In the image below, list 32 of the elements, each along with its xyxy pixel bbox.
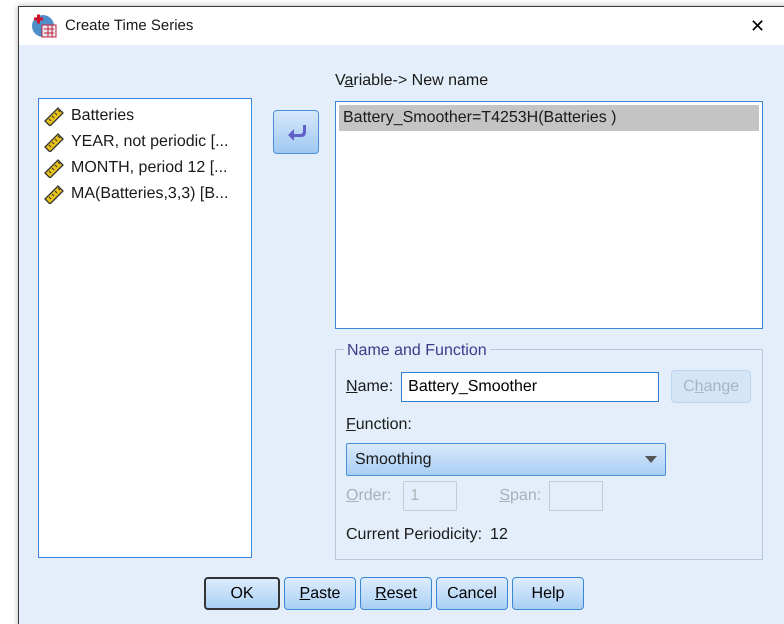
dialog-button[interactable]: OK [204,577,280,610]
ruler-icon [43,132,65,152]
ruler-icon [43,158,65,178]
dialog-button[interactable]: Paste [284,577,356,610]
arrow-icon [286,123,306,141]
variable-item[interactable]: YEAR, not periodic [... [39,129,251,155]
order-label: Order: [346,486,392,506]
periodicity-label: Current Periodicity: [346,525,482,545]
list-label: Variable-> New name [335,71,490,91]
name-field[interactable]: Battery_Smoother [401,372,660,402]
source-variable-list[interactable]: Batteries YEAR, not periodic [... MONTH, period 12 [... MA(Batteries,3,3) [B... [38,98,252,558]
caret-icon [645,456,657,463]
name-label: Name: [346,376,394,396]
new-name-item[interactable]: Battery_Smoother=T4253H(Batteries ) [339,105,759,131]
new-name-list[interactable]: Battery_Smoother=T4253H(Batteries ) [335,101,763,329]
ruler-icon [43,184,65,204]
span-field[interactable] [549,481,604,511]
variable-item[interactable]: MONTH, period 12 [... [39,155,251,181]
dialog-button[interactable]: Cancel [436,577,508,610]
span-label: Span: [499,486,542,506]
window-title: Create Time Series [65,16,194,36]
calendar-icon [31,13,57,39]
function-label: Function: [346,415,413,435]
function-dropdown[interactable]: Smoothing [346,443,666,476]
variable-item[interactable]: MA(Batteries,3,3) [B... [39,181,251,207]
move-button[interactable] [273,110,319,154]
variable-item[interactable]: Batteries [39,103,251,129]
ruler-icon [43,106,65,126]
dialog-button[interactable]: Reset [360,577,432,610]
close-button[interactable]: ✕ [742,12,773,40]
dialog-button[interactable]: Help [512,577,584,610]
periodicity-value: 12 [490,525,508,545]
